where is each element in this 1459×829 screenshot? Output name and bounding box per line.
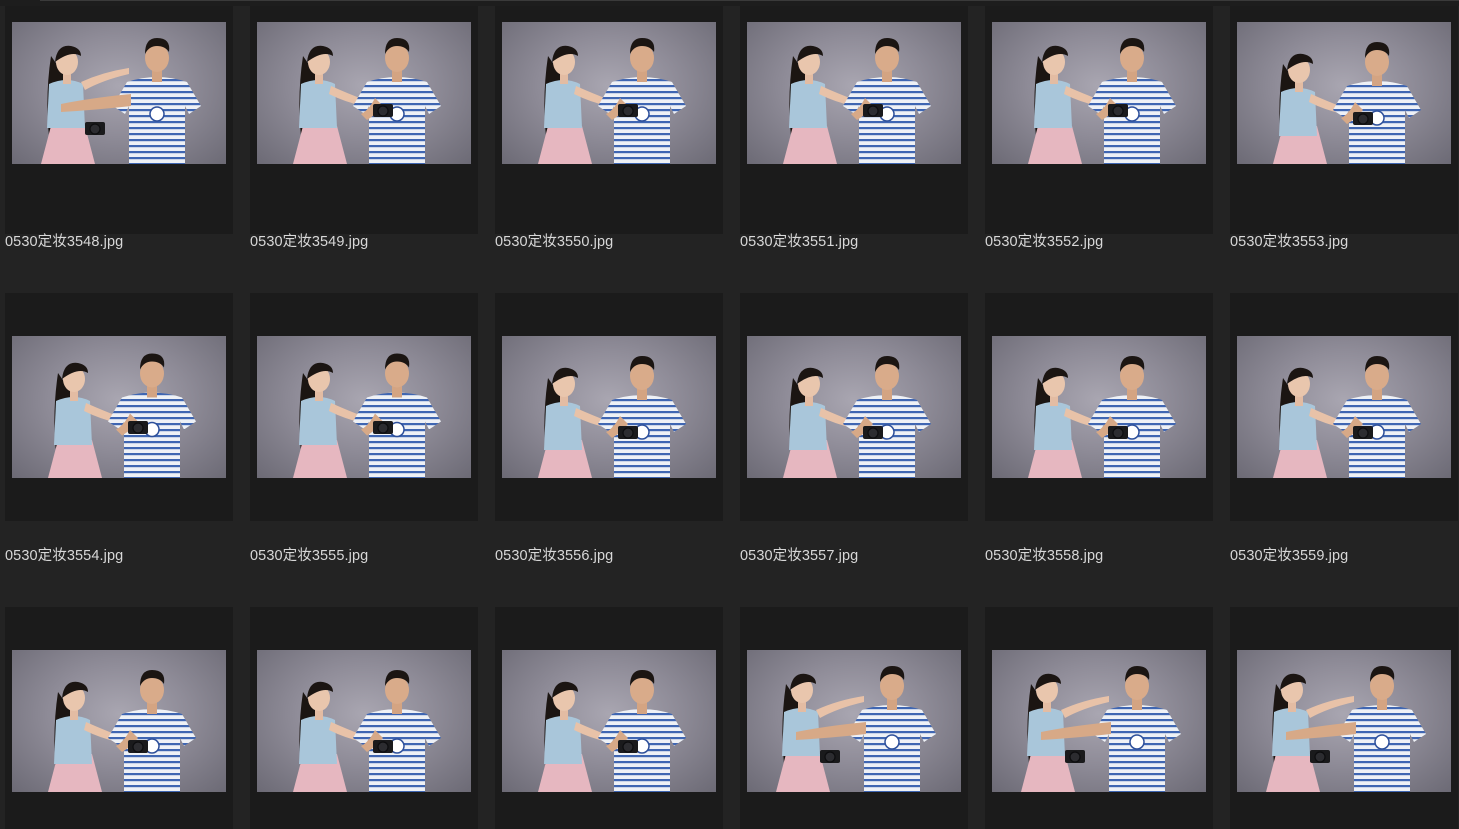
camera-icon: [128, 421, 148, 434]
photo-preview[interactable]: [747, 650, 961, 792]
man-figure: [1333, 356, 1421, 478]
photo-preview[interactable]: [502, 650, 716, 792]
file-name-label[interactable]: 0530定妆3553.jpg: [1230, 230, 1459, 251]
camera-icon: [820, 750, 840, 763]
file-name-label[interactable]: 0530定妆3552.jpg: [985, 230, 1225, 251]
camera-icon: [373, 421, 393, 434]
man-figure: [843, 356, 931, 478]
file-name-label[interactable]: 0530定妆3551.jpg: [740, 230, 980, 251]
camera-icon: [373, 104, 393, 117]
photo-preview[interactable]: [502, 336, 716, 478]
file-name-label[interactable]: 0530定妆3549.jpg: [250, 230, 490, 251]
camera-icon: [1353, 112, 1373, 125]
man-figure: [353, 38, 441, 164]
camera-icon: [1108, 426, 1128, 439]
photo-preview[interactable]: [992, 650, 1206, 792]
photo-preview[interactable]: [747, 336, 961, 478]
man-figure: [598, 670, 686, 792]
man-figure: [598, 38, 686, 164]
man-figure: [843, 38, 931, 164]
photo-preview[interactable]: [257, 650, 471, 792]
file-name-label[interactable]: 0530定妆3554.jpg: [5, 544, 245, 565]
camera-icon: [863, 426, 883, 439]
man-figure: [353, 353, 441, 478]
camera-icon: [373, 740, 393, 753]
thumbnail-frame[interactable]: [1230, 607, 1458, 829]
photo-preview[interactable]: [502, 22, 716, 164]
man-figure: [598, 356, 686, 478]
thumbnail-frame[interactable]: [985, 6, 1213, 234]
thumbnail-frame[interactable]: [985, 293, 1213, 521]
file-name-label[interactable]: 0530定妆3555.jpg: [250, 544, 490, 565]
file-name-label[interactable]: 0530定妆3556.jpg: [495, 544, 735, 565]
file-name-label[interactable]: 0530定妆3557.jpg: [740, 544, 980, 565]
camera-icon: [618, 104, 638, 117]
file-name-label[interactable]: 0530定妆3559.jpg: [1230, 544, 1459, 565]
photo-preview[interactable]: [257, 22, 471, 164]
photo-preview[interactable]: [747, 22, 961, 164]
thumbnail-frame[interactable]: [5, 607, 233, 829]
man-figure: [108, 353, 196, 478]
thumbnail-frame[interactable]: [985, 607, 1213, 829]
man-figure: [108, 670, 196, 792]
thumbnail-frame[interactable]: [1230, 293, 1458, 521]
thumbnail-frame[interactable]: [250, 6, 478, 234]
thumbnail-frame[interactable]: [250, 293, 478, 521]
photo-preview[interactable]: [12, 22, 226, 164]
camera-icon: [1353, 426, 1373, 439]
thumbnail-frame[interactable]: [740, 6, 968, 234]
file-name-label[interactable]: 0530定妆3558.jpg: [985, 544, 1225, 565]
camera-icon: [618, 426, 638, 439]
thumbnail-frame[interactable]: [5, 6, 233, 234]
camera-icon: [128, 740, 148, 753]
thumbnail-frame[interactable]: [495, 293, 723, 521]
thumbnail-frame[interactable]: [740, 607, 968, 829]
camera-icon: [1310, 750, 1330, 763]
photo-preview[interactable]: [1237, 650, 1451, 792]
camera-icon: [85, 122, 105, 135]
thumbnail-frame[interactable]: [1230, 6, 1458, 234]
man-figure: [1088, 38, 1176, 164]
thumbnail-frame[interactable]: [250, 607, 478, 829]
thumbnail-frame[interactable]: [740, 293, 968, 521]
man-figure: [353, 670, 441, 792]
file-name-label[interactable]: 0530定妆3550.jpg: [495, 230, 735, 251]
thumbnail-frame[interactable]: [495, 6, 723, 234]
photo-preview[interactable]: [1237, 336, 1451, 478]
camera-icon: [618, 740, 638, 753]
thumbnail-frame[interactable]: [5, 293, 233, 521]
photo-preview[interactable]: [992, 336, 1206, 478]
photo-preview[interactable]: [12, 650, 226, 792]
file-name-label[interactable]: 0530定妆3548.jpg: [5, 230, 245, 251]
thumbnail-grid: 0530定妆3548.jpg 0530定妆3549.jpg 0530定妆3550.j…: [0, 0, 1459, 829]
man-figure: [1333, 42, 1421, 164]
photo-preview[interactable]: [12, 336, 226, 478]
camera-icon: [1108, 104, 1128, 117]
photo-preview[interactable]: [992, 22, 1206, 164]
man-figure: [1088, 356, 1176, 478]
thumbnail-frame[interactable]: [495, 607, 723, 829]
camera-icon: [1065, 750, 1085, 763]
photo-preview[interactable]: [1237, 22, 1451, 164]
camera-icon: [863, 104, 883, 117]
photo-preview[interactable]: [257, 336, 471, 478]
